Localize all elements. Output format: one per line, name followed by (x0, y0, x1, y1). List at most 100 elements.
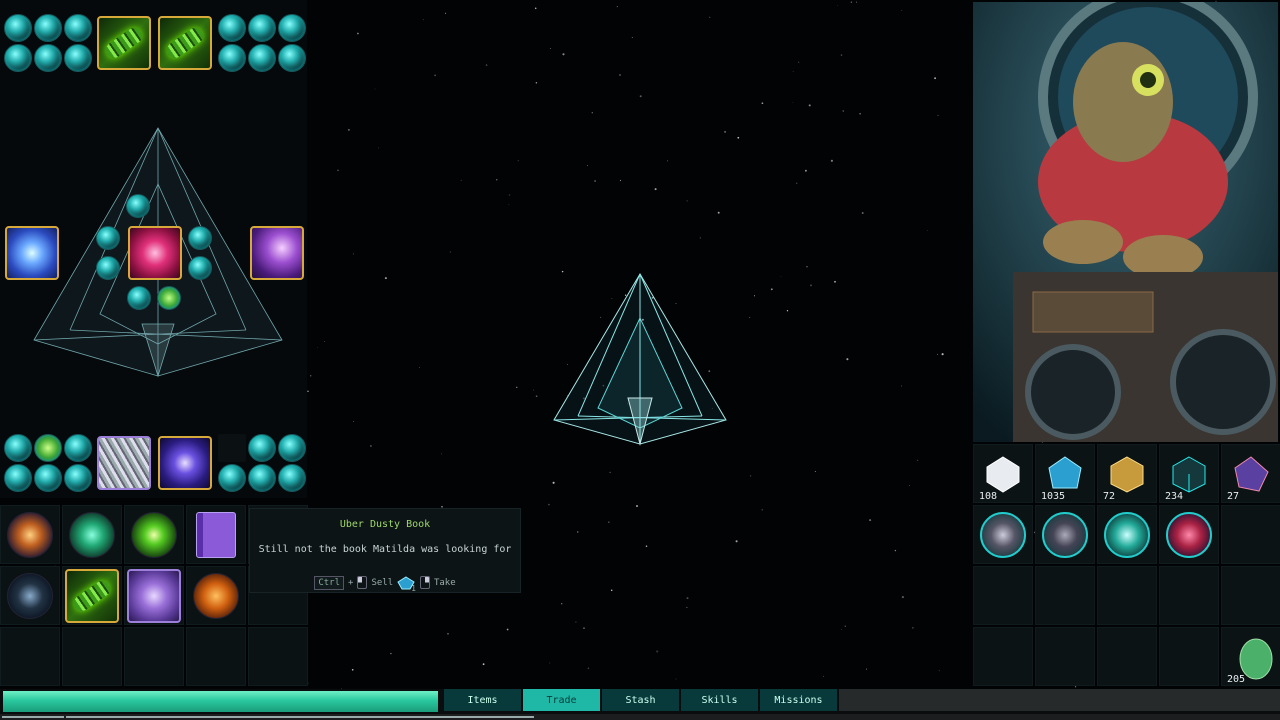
inventory-slot[interactable] (124, 566, 184, 625)
inventory-slot[interactable] (186, 566, 246, 625)
resource-slot-white-crystal[interactable]: 108 (973, 444, 1033, 503)
trader-slot[interactable] (973, 566, 1033, 625)
module-slot[interactable] (64, 14, 92, 42)
engine-orb-item[interactable] (980, 511, 1026, 558)
green-nebula-orb-item[interactable] (69, 511, 115, 558)
inventory-slot[interactable] (62, 505, 122, 564)
gatling-weapon-item[interactable] (65, 568, 119, 623)
hotbar-strip (0, 714, 1280, 720)
inventory-slot[interactable] (0, 505, 60, 564)
sell-label: Sell (371, 577, 394, 588)
armor-plating-item[interactable] (97, 436, 151, 490)
module-slot[interactable] (248, 14, 276, 42)
tab-skills[interactable]: Skills (681, 689, 758, 711)
trader-slot[interactable] (1035, 566, 1095, 625)
module-slot[interactable] (188, 256, 212, 280)
module-slot[interactable] (278, 44, 306, 72)
module-slot[interactable] (278, 434, 306, 462)
module-slot[interactable] (34, 434, 62, 462)
trader-slot[interactable] (1159, 505, 1219, 564)
player-ship[interactable] (548, 268, 732, 450)
module-slot[interactable] (96, 226, 120, 250)
trader-slot[interactable] (1159, 627, 1219, 686)
module-slot[interactable] (64, 44, 92, 72)
resource-slot-blue-crystal[interactable]: 1035 (1035, 444, 1095, 503)
module-slot[interactable] (278, 14, 306, 42)
trader-slot[interactable] (1159, 566, 1219, 625)
tab-missions[interactable]: Missions (760, 689, 837, 711)
module-slot[interactable] (188, 226, 212, 250)
tab-items[interactable]: Items (444, 689, 521, 711)
inventory-slot[interactable] (124, 627, 184, 686)
rune-disc-item[interactable] (127, 568, 181, 623)
dusty-book-item[interactable] (196, 511, 236, 558)
module-slot[interactable] (278, 464, 306, 492)
tab-stash[interactable]: Stash (602, 689, 679, 711)
egg-count: 205 (1227, 674, 1246, 685)
vortex-shield-item[interactable] (158, 436, 212, 490)
trader-slot[interactable] (973, 505, 1033, 564)
teal-ring-orb-item[interactable] (1104, 511, 1150, 558)
module-slot[interactable] (4, 44, 32, 72)
inventory-slot[interactable] (186, 627, 246, 686)
module-slot[interactable] (4, 434, 32, 462)
module-slot[interactable] (218, 44, 246, 72)
trader-slot[interactable] (973, 627, 1033, 686)
dark-orb-item[interactable] (7, 572, 53, 619)
module-slot[interactable] (4, 14, 32, 42)
fire-orb-item[interactable] (193, 572, 239, 619)
tooltip-title: Uber Dusty Book (339, 519, 431, 530)
green-energy-orb-item[interactable] (131, 511, 177, 558)
module-slot[interactable] (126, 194, 150, 218)
module-slot[interactable] (218, 14, 246, 42)
core-crystal-item[interactable] (128, 226, 182, 280)
inventory-slot[interactable] (62, 627, 122, 686)
trader-slot[interactable] (1097, 566, 1157, 625)
resource-slot-rainbow-shard[interactable]: 27 (1221, 444, 1280, 503)
galaxy-orb-item[interactable] (7, 511, 53, 558)
trader-slot[interactable] (1035, 505, 1095, 564)
inventory-slot[interactable] (186, 505, 246, 564)
trader-slot[interactable] (1221, 505, 1280, 564)
trader-slot-egg[interactable]: 205 (1221, 627, 1280, 686)
trader-slot[interactable] (1097, 505, 1157, 564)
module-slot[interactable] (4, 464, 32, 492)
module-slot[interactable] (248, 44, 276, 72)
shield-core-item[interactable] (5, 226, 59, 280)
bottom-slots-right (248, 434, 306, 492)
right-click-icon (419, 576, 430, 589)
inventory-slot[interactable] (124, 505, 184, 564)
cyan-cube-icon (1172, 455, 1206, 493)
item-tooltip: Uber Dusty Book Still not the book Matil… (249, 508, 521, 593)
resource-slot-gold-dice[interactable]: 72 (1097, 444, 1157, 503)
inventory-slot[interactable] (248, 627, 308, 686)
resource-slot-cyan-cube[interactable]: 234 (1159, 444, 1219, 503)
module-slot[interactable] (96, 256, 120, 280)
module-slot[interactable] (248, 464, 276, 492)
rainbow-shard-icon (1234, 455, 1269, 492)
inventory-slot[interactable] (62, 566, 122, 625)
gear-orb-item[interactable] (1042, 511, 1088, 558)
module-slot[interactable] (64, 434, 92, 462)
module-slot[interactable] (34, 44, 62, 72)
module-slot[interactable] (248, 434, 276, 462)
empty-slot[interactable] (218, 434, 246, 462)
tab-trade[interactable]: Trade (523, 689, 600, 711)
crimson-machine-orb-item[interactable] (1166, 511, 1212, 558)
module-slot[interactable] (34, 464, 62, 492)
module-slot[interactable] (64, 464, 92, 492)
trader-slot[interactable] (1221, 566, 1280, 625)
module-slot[interactable] (127, 286, 151, 310)
module-slot[interactable] (157, 286, 181, 310)
gatling-weapon-item[interactable] (97, 16, 151, 70)
inventory-slot[interactable] (0, 566, 60, 625)
trader-slot[interactable] (1035, 627, 1095, 686)
bottom-slots-left (4, 434, 92, 492)
module-slot[interactable] (34, 14, 62, 42)
reactor-item[interactable] (250, 226, 304, 280)
gatling-weapon-item[interactable] (158, 16, 212, 70)
module-slot[interactable] (218, 464, 246, 492)
trader-slot[interactable] (1097, 627, 1157, 686)
resource-count: 72 (1103, 491, 1116, 502)
inventory-slot[interactable] (0, 627, 60, 686)
